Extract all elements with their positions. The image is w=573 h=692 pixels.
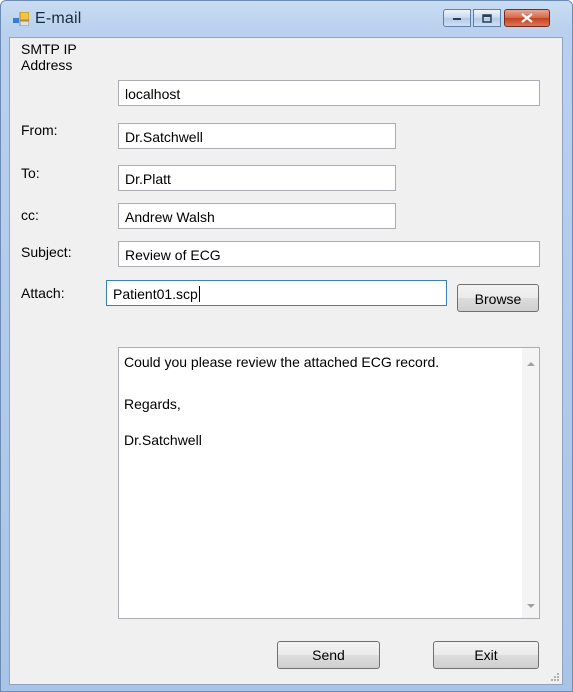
browse-button[interactable]: Browse (457, 284, 539, 312)
to-input[interactable]: Dr.Platt (118, 165, 396, 191)
attach-label: Attach: (21, 285, 65, 301)
smtp-label-line1: SMTP IP (21, 41, 77, 57)
message-line-1: Could you please review the attached ECG… (124, 354, 440, 370)
maximize-icon (482, 13, 492, 23)
subject-input[interactable]: Review of ECG (118, 241, 540, 267)
text-caret (198, 286, 200, 302)
attach-input-value: Patient01.scp (113, 286, 198, 302)
attach-input[interactable]: Patient01.scp (106, 280, 447, 306)
exit-button[interactable]: Exit (433, 641, 539, 669)
cc-label: cc: (21, 207, 39, 223)
resize-grip-icon[interactable] (550, 672, 560, 682)
cc-input[interactable]: Andrew Walsh (118, 203, 396, 229)
send-button[interactable]: Send (277, 641, 380, 669)
client-area: SMTP IP Address localhost From: Dr.Satch… (9, 37, 563, 685)
title-bar[interactable]: E-mail (1, 1, 572, 37)
subject-label: Subject: (21, 244, 72, 260)
message-scrollbar[interactable] (522, 348, 539, 618)
email-window: E-mail SMTP IP Address localhost From: D… (0, 0, 573, 692)
from-label: From: (21, 122, 58, 138)
app-form-icon (13, 12, 29, 26)
maximize-button[interactable] (473, 9, 501, 27)
message-body-textarea[interactable]: Could you please review the attached ECG… (118, 347, 540, 619)
to-label: To: (21, 165, 40, 181)
scroll-down-arrow-icon[interactable] (527, 604, 535, 608)
message-line-3: Dr.Satchwell (124, 432, 202, 448)
minimize-button[interactable] (443, 9, 471, 27)
window-title: E-mail (35, 10, 82, 27)
from-input[interactable]: Dr.Satchwell (118, 123, 396, 149)
smtp-address-input[interactable]: localhost (118, 80, 540, 106)
scroll-up-arrow-icon[interactable] (527, 362, 535, 366)
smtp-label-line2: Address (21, 57, 73, 73)
close-icon (521, 13, 533, 23)
message-line-2: Regards, (124, 396, 181, 412)
minimize-icon (453, 18, 461, 20)
close-button[interactable] (504, 9, 550, 27)
